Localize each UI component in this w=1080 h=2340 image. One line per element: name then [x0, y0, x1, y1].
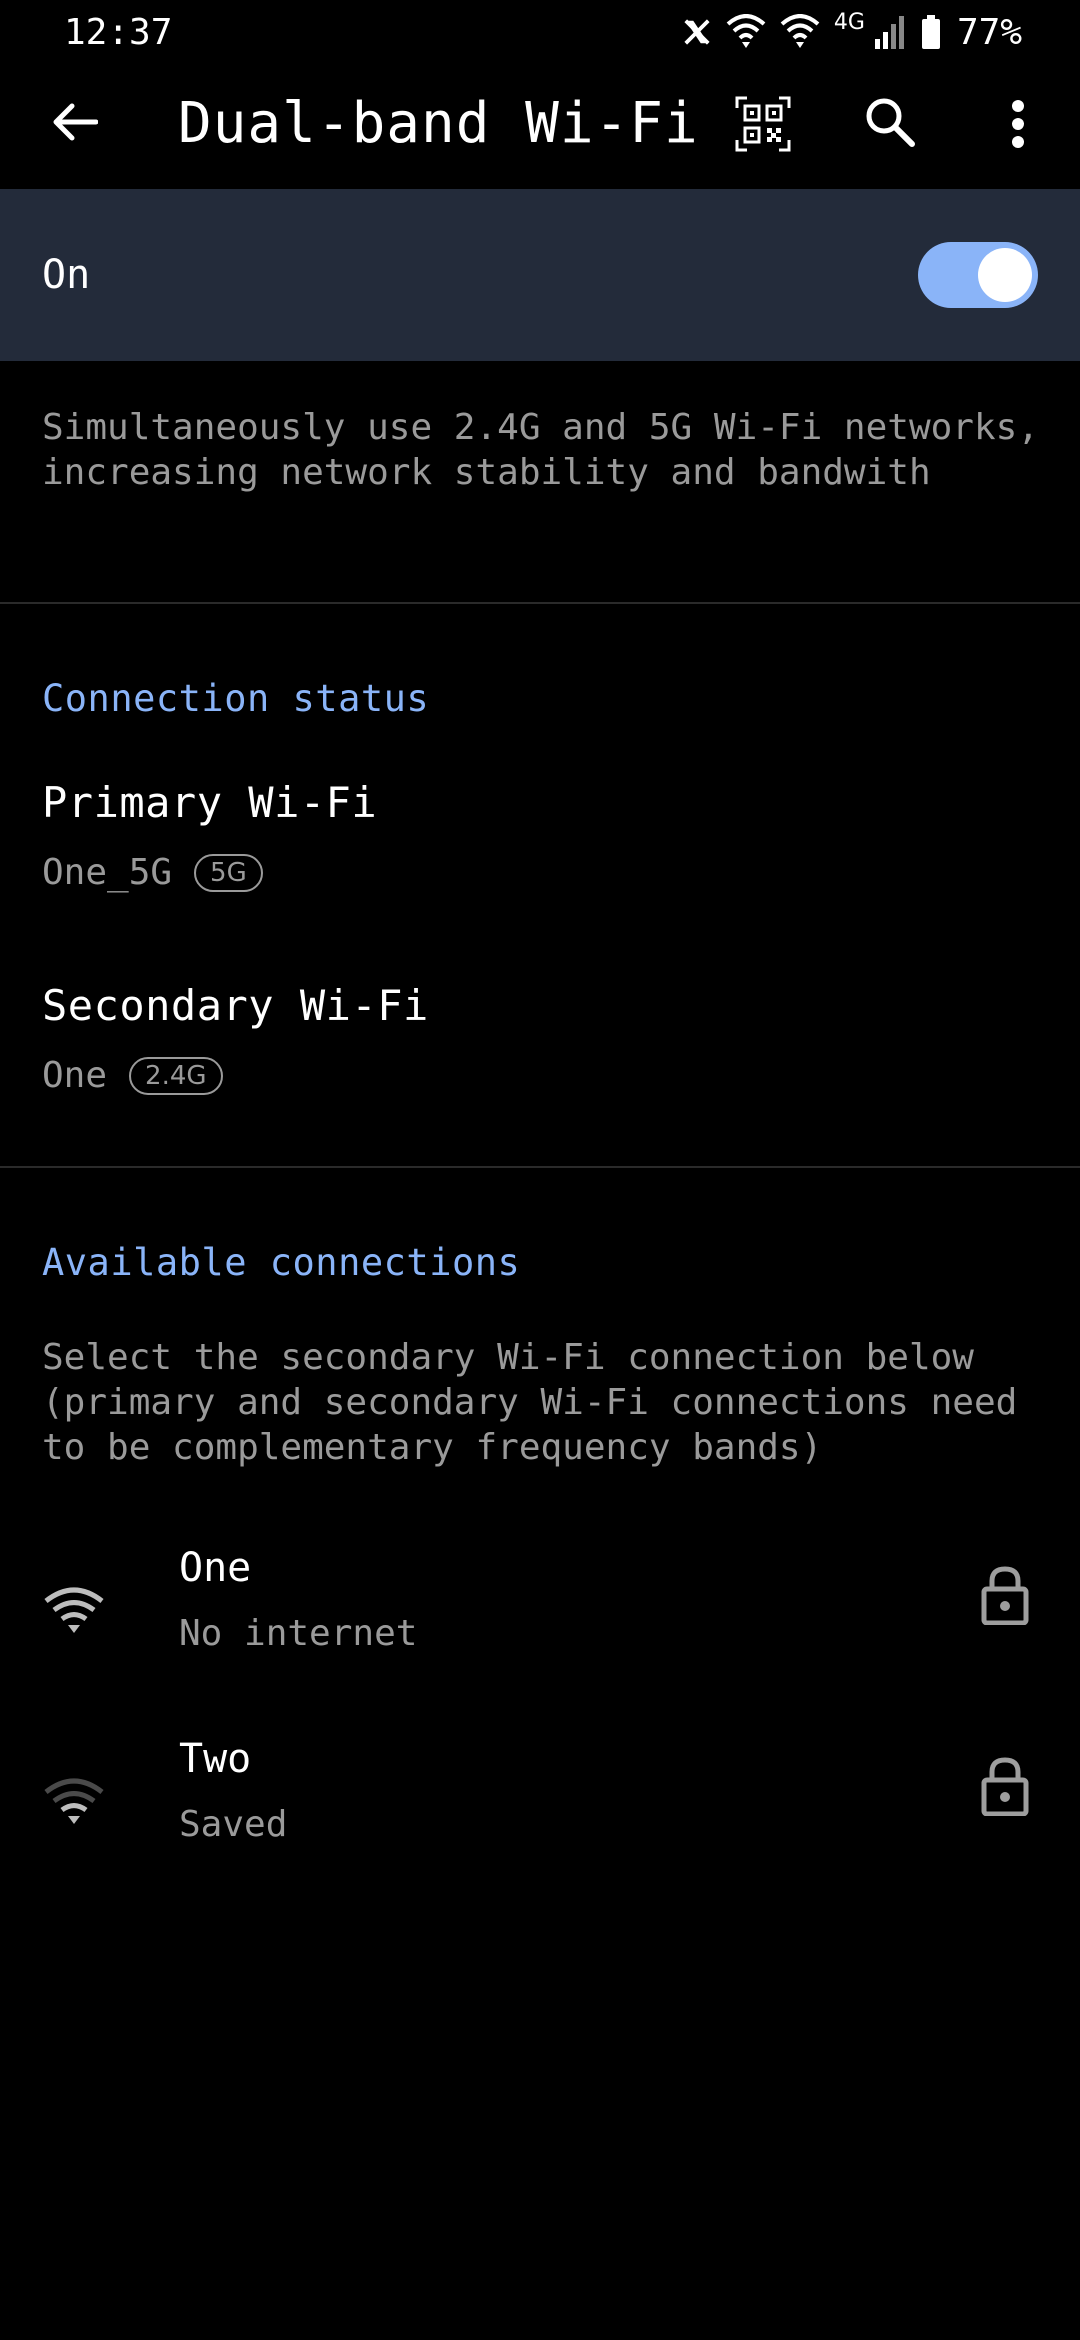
search-button[interactable]: [862, 94, 922, 154]
status-time: 12:37: [64, 11, 173, 53]
switch-knob: [978, 248, 1032, 302]
app-bar: Dual-band Wi-Fi: [0, 64, 1080, 188]
divider: [0, 602, 1080, 604]
cell-signal-icon: [873, 15, 907, 49]
page-title: Dual-band Wi-Fi: [178, 91, 699, 156]
primary-wifi-ssid: One_5G: [42, 852, 173, 893]
band-badge: 2.4G: [129, 1056, 223, 1095]
more-options-button[interactable]: [1000, 94, 1036, 154]
wifi-signal-icon: [44, 1587, 104, 1633]
wifi-network-item[interactable]: Two Saved: [0, 1736, 1080, 1916]
battery-percent: 77%: [956, 11, 1022, 53]
divider: [0, 1166, 1080, 1168]
lock-icon: [981, 1757, 1029, 1816]
dual-band-wifi-screen: 12:37 4G 77% Dual-band Wi-Fi On Simultan…: [0, 0, 1080, 2340]
back-button[interactable]: [44, 92, 104, 152]
status-icons: 4G 77%: [682, 9, 1022, 53]
battery-icon: [921, 15, 941, 49]
toggle-label: On: [42, 252, 91, 298]
dual-band-switch[interactable]: [918, 242, 1038, 308]
band-badge: 5G: [194, 853, 263, 892]
master-toggle-row[interactable]: On: [0, 189, 1080, 361]
status-bar: 12:37 4G 77%: [0, 0, 1080, 64]
network-ssid: One: [179, 1545, 252, 1591]
primary-wifi-label: Primary Wi-Fi: [42, 778, 378, 827]
wifi-icon: [780, 14, 820, 50]
qr-code-button[interactable]: [735, 96, 795, 156]
available-connections-header: Available connections: [42, 1241, 521, 1284]
secondary-wifi-label: Secondary Wi-Fi: [42, 981, 429, 1030]
network-status: No internet: [179, 1613, 418, 1654]
x-app-icon: [682, 17, 712, 47]
feature-description: Simultaneously use 2.4G and 5G Wi-Fi net…: [42, 407, 1039, 493]
secondary-wifi-ssid: One: [42, 1055, 108, 1096]
network-type-label: 4G: [833, 9, 865, 35]
secondary-wifi-details: One 2.4G: [42, 1055, 223, 1096]
network-ssid: Two: [179, 1736, 252, 1782]
network-status: Saved: [179, 1804, 288, 1845]
back-arrow-icon: [53, 103, 98, 141]
wifi-network-item[interactable]: One No internet: [0, 1545, 1080, 1725]
connection-status-header: Connection status: [42, 677, 430, 720]
more-vert-icon: [1012, 100, 1024, 148]
available-connections-description: Select the secondary Wi-Fi connection be…: [42, 1337, 1018, 1468]
wifi-signal-icon: [44, 1778, 104, 1824]
search-icon: [866, 98, 915, 147]
wifi-icon: [726, 14, 766, 50]
lock-icon: [981, 1566, 1029, 1625]
qr-code-icon: [735, 96, 791, 152]
primary-wifi-details: One_5G 5G: [42, 852, 263, 893]
